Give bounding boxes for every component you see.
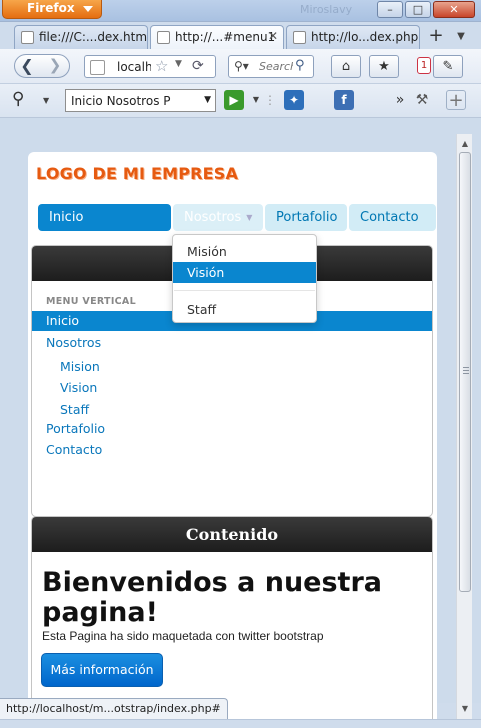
page-icon <box>157 31 170 44</box>
back-forward-group: ❮ ❯ <box>14 54 70 78</box>
reload-icon[interactable]: ⟳ <box>192 58 204 74</box>
addon-menu-button[interactable]: ✎ <box>433 55 463 78</box>
url-text[interactable]: localh <box>117 60 151 74</box>
wrench-icon[interactable]: ⚒ <box>412 90 432 110</box>
dropdown-item-vision[interactable]: Visión <box>173 262 316 283</box>
search-engine-icon[interactable]: ⚲▾ <box>234 59 249 73</box>
nav-item-contacto[interactable]: Contacto <box>349 204 436 231</box>
tab-label: http://...#menu1 <box>175 30 276 44</box>
addon-count-badge[interactable]: 1 <box>417 57 431 74</box>
page-icon <box>21 31 34 44</box>
caret-down-icon: ▼ <box>246 213 253 222</box>
close-tab-icon[interactable]: ✕ <box>268 29 278 43</box>
bookmark-select-value: Inicio Nosotros P <box>71 94 171 108</box>
nav-label: Inicio <box>49 210 84 225</box>
vmenu-item-nosotros[interactable]: Nosotros <box>32 333 101 353</box>
puzzle-icon: ✎ <box>442 59 454 74</box>
separator-icon: ⋮ <box>264 93 276 107</box>
bookmark-select[interactable]: Inicio Nosotros P ▼ <box>65 89 216 112</box>
add-toolbar-icon[interactable]: + <box>446 90 466 111</box>
close-window-button[interactable]: ✕ <box>433 1 475 18</box>
company-logo[interactable]: LOGO DE MI EMPRESA <box>36 164 238 183</box>
site-identity-icon[interactable] <box>90 60 105 75</box>
vmenu-item-vision[interactable]: Vision <box>32 378 97 398</box>
tab-menu1[interactable]: http://...#menu1 ✕ <box>150 25 284 49</box>
menu-header: MENU VERTICAL <box>46 296 136 307</box>
forward-arrow-icon[interactable]: ❯ <box>45 56 65 76</box>
tab-label: file:///C:...dex.html# <box>39 30 148 44</box>
tab-list-button[interactable]: ▼ <box>450 26 472 48</box>
firefox-menu-label: Firefox <box>27 1 75 15</box>
bookmarks-icon: ★ <box>378 59 390 74</box>
vmenu-item-staff[interactable]: Staff <box>32 400 89 420</box>
welcome-text: Esta Pagina ha sido maquetada con twitte… <box>42 629 324 643</box>
title-bar: Firefox Miroslavy – □ ✕ <box>0 0 481 22</box>
tab-index-php[interactable]: http://lo...dex.php# <box>286 25 420 49</box>
scrollbar-thumb[interactable] <box>459 152 471 592</box>
nav-label: Contacto <box>360 210 419 225</box>
window-title: Miroslavy <box>300 3 353 16</box>
nav-label: Portafolio <box>276 210 338 225</box>
nav-label: Nosotros <box>184 210 242 225</box>
dropdown-divider <box>174 290 315 291</box>
url-history-dropdown-icon[interactable]: ▼ <box>175 59 182 69</box>
window-controls: – □ ✕ <box>377 1 475 18</box>
scroll-up-icon[interactable]: ▲ <box>458 136 472 152</box>
more-info-button[interactable]: Más información <box>41 653 163 687</box>
tab-file-html[interactable]: file:///C:...dex.html# <box>14 25 148 49</box>
nav-item-nosotros[interactable]: Nosotros ▼ <box>173 204 263 231</box>
nav-item-inicio[interactable]: Inicio <box>38 204 171 231</box>
bookmarks-toolbar: ⚲ ▼ Inicio Nosotros P ▼ ▶ ▼ ⋮ ✦ f » ⚒ + <box>0 84 481 118</box>
firefox-menu-button[interactable]: Firefox <box>2 0 102 19</box>
search-go-icon[interactable]: ⚲ <box>295 58 305 73</box>
home-icon: ⌂ <box>341 59 351 74</box>
grip-icon <box>463 367 469 375</box>
navigation-toolbar: ❮ ❯ localh ☆ ▼ ⟳ ⚲▾ ⚲ ⌂ ★ 1 ✎ <box>0 49 481 84</box>
chevron-down-icon: ▼ <box>204 95 211 105</box>
dropdown-item-staff[interactable]: Staff <box>173 299 316 320</box>
nav-item-portafolio[interactable]: Portafolio <box>265 204 347 231</box>
window-bottom-border <box>0 719 481 728</box>
vmenu-item-contacto[interactable]: Contacto <box>32 440 102 460</box>
status-bar: http://localhost/m...otstrap/index.php# <box>0 698 228 720</box>
magnifier-icon[interactable]: ⚲ <box>12 89 24 109</box>
chevron-down-icon[interactable]: ▼ <box>43 96 49 105</box>
tab-label: http://lo...dex.php# <box>311 30 420 44</box>
search-input[interactable] <box>259 59 293 74</box>
scroll-down-icon[interactable]: ▼ <box>458 701 472 717</box>
maximize-button[interactable]: □ <box>405 1 431 18</box>
page-icon <box>293 31 306 44</box>
home-button[interactable]: ⌂ <box>331 55 361 78</box>
search-bar[interactable]: ⚲▾ ⚲ <box>228 55 314 78</box>
url-bar[interactable]: localh ☆ ▼ ⟳ <box>84 55 216 78</box>
dropdown-item-mision[interactable]: Misión <box>173 241 316 262</box>
welcome-title: Bienvenidos a nuestra pagina! <box>42 567 382 628</box>
play-icon[interactable]: ▶ <box>224 90 244 110</box>
camera-icon[interactable]: ✦ <box>284 90 304 110</box>
overflow-chevron[interactable]: » <box>390 90 410 110</box>
new-tab-button[interactable]: + <box>425 26 447 48</box>
chevron-down-icon <box>83 6 93 12</box>
tab-bar: file:///C:...dex.html# http://...#menu1 … <box>0 22 481 49</box>
content-panel: Contenido Bienvenidos a nuestra pagina! … <box>31 516 433 728</box>
bookmarks-button[interactable]: ★ <box>369 55 399 78</box>
vertical-scrollbar[interactable]: ▲ ▼ <box>456 134 472 719</box>
back-arrow-icon[interactable]: ❮ <box>16 56 38 76</box>
vmenu-item-mision[interactable]: Mision <box>32 357 100 377</box>
nosotros-dropdown-menu: Misión Visión Staff <box>172 234 317 323</box>
minimize-button[interactable]: – <box>377 1 403 18</box>
content-heading: Contenido <box>32 517 432 552</box>
bookmark-star-icon[interactable]: ☆ <box>155 57 168 75</box>
web-page: LOGO DE MI EMPRESA Inicio Nosotros ▼ Port… <box>28 152 437 728</box>
facebook-icon[interactable]: f <box>334 90 354 110</box>
vmenu-item-portafolio[interactable]: Portafolio <box>32 419 105 439</box>
